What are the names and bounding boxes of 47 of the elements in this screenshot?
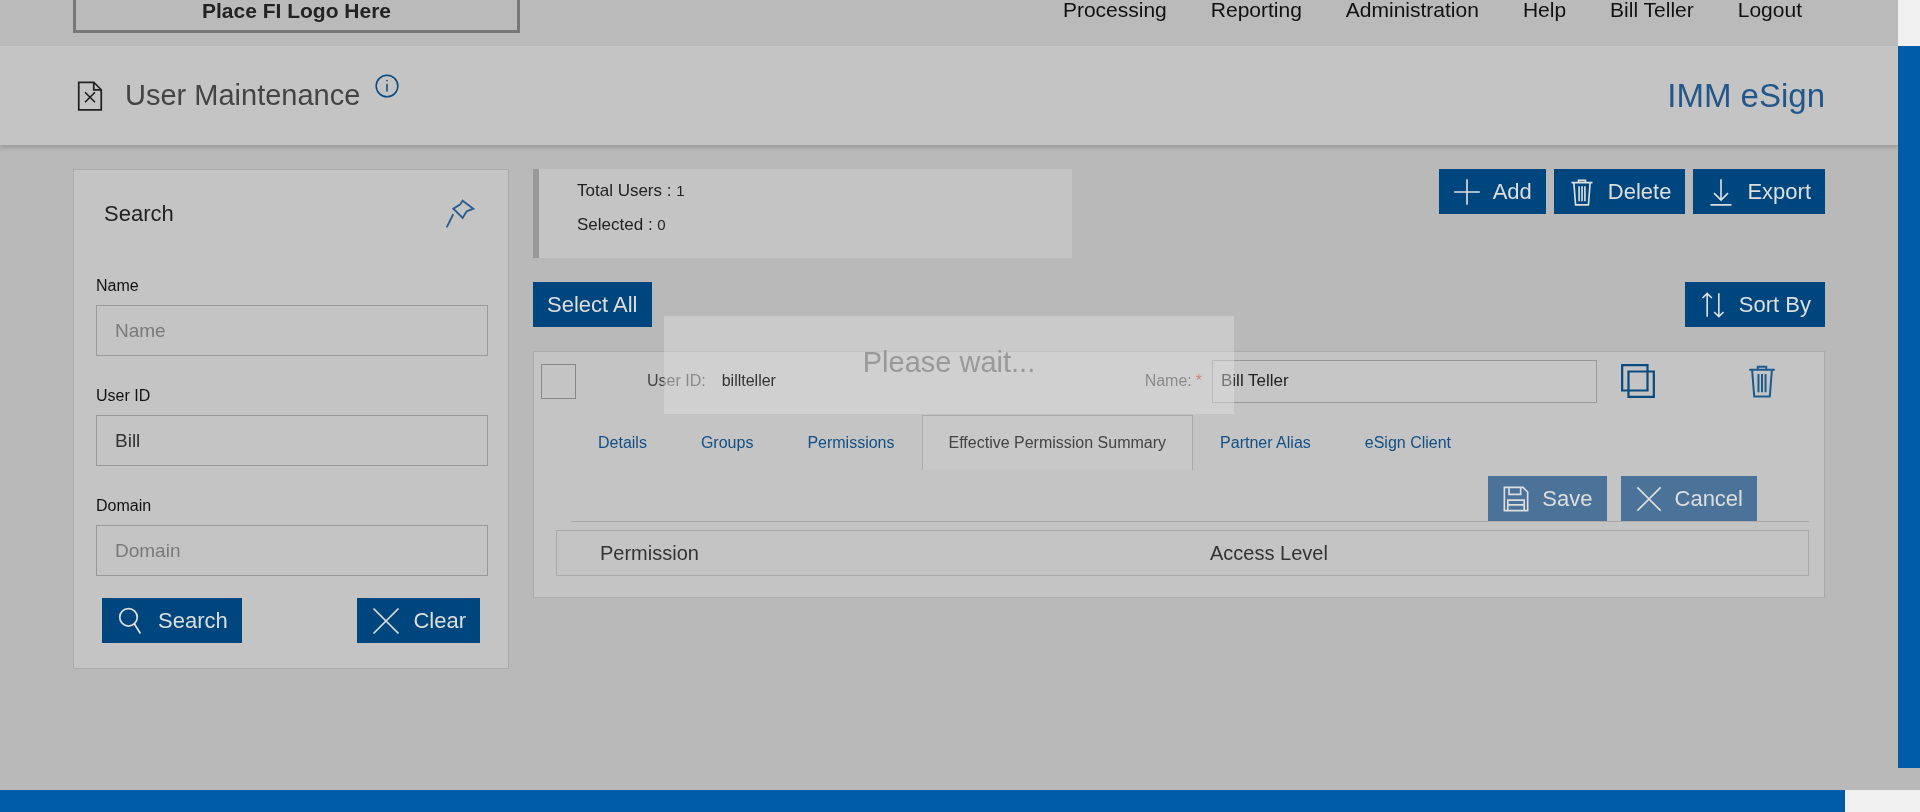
nav-link[interactable]: Logout xyxy=(1737,0,1802,20)
input-field[interactable]: Name xyxy=(96,305,488,356)
panel-title: Search xyxy=(104,201,174,227)
tab[interactable]: Effective Permission Summary xyxy=(921,415,1194,470)
save-button[interactable]: Save xyxy=(1488,476,1607,521)
field-label: User ID: xyxy=(647,372,706,390)
plus-icon xyxy=(1452,177,1481,206)
summary-text: Selected : 0 xyxy=(577,215,667,235)
sort-button[interactable]: Sort By xyxy=(1684,282,1825,327)
add-button[interactable]: Add xyxy=(1438,169,1546,214)
copy-icon xyxy=(1619,362,1657,400)
input-field[interactable]: Bill xyxy=(96,415,488,466)
column-header: Access Level xyxy=(1210,541,1328,565)
nav-link[interactable]: Processing xyxy=(1062,0,1167,20)
user-name-input[interactable]: Bill Teller xyxy=(1212,359,1597,403)
nav-link[interactable]: Administration xyxy=(1345,0,1479,20)
page-title: User Maintenance xyxy=(125,79,361,112)
tab[interactable]: Details xyxy=(571,415,674,470)
nav-link[interactable]: Bill Teller xyxy=(1610,0,1694,20)
field-label: User ID xyxy=(96,387,152,405)
tab[interactable]: Permissions xyxy=(780,415,922,470)
nav-link[interactable]: Reporting xyxy=(1210,0,1302,20)
summary-text: Total Users : 1 xyxy=(577,181,686,201)
input-field[interactable]: Domain xyxy=(96,525,488,576)
close-icon xyxy=(1634,484,1663,513)
delete-button[interactable]: Delete xyxy=(1553,169,1686,214)
column-header: Permission xyxy=(600,541,700,565)
search-button[interactable]: Search xyxy=(102,598,242,643)
close-icon xyxy=(371,605,402,636)
info-icon xyxy=(374,73,401,99)
field-label: Domain xyxy=(96,497,153,515)
tab[interactable]: eSign Client xyxy=(1337,415,1479,470)
logo-text: Place FI Logo Here xyxy=(201,0,392,22)
save-icon xyxy=(1502,484,1531,513)
user-id-text: billteller xyxy=(721,372,776,390)
nav-link[interactable]: Help xyxy=(1522,0,1567,20)
app-name: IMM eSign xyxy=(1667,76,1825,115)
field-label: Name: * xyxy=(1144,372,1202,390)
export-button[interactable]: Export xyxy=(1693,169,1825,214)
checkbox[interactable] xyxy=(541,363,576,399)
cancel-button[interactable]: Cancel xyxy=(1620,476,1757,521)
tab[interactable]: Groups xyxy=(673,415,781,470)
pin-icon xyxy=(444,198,476,230)
select-all-button[interactable]: Select All xyxy=(533,282,652,327)
clear-button[interactable]: Clear xyxy=(357,598,480,643)
tab[interactable]: Partner Alias xyxy=(1193,415,1338,470)
field-label: Name xyxy=(96,277,140,295)
